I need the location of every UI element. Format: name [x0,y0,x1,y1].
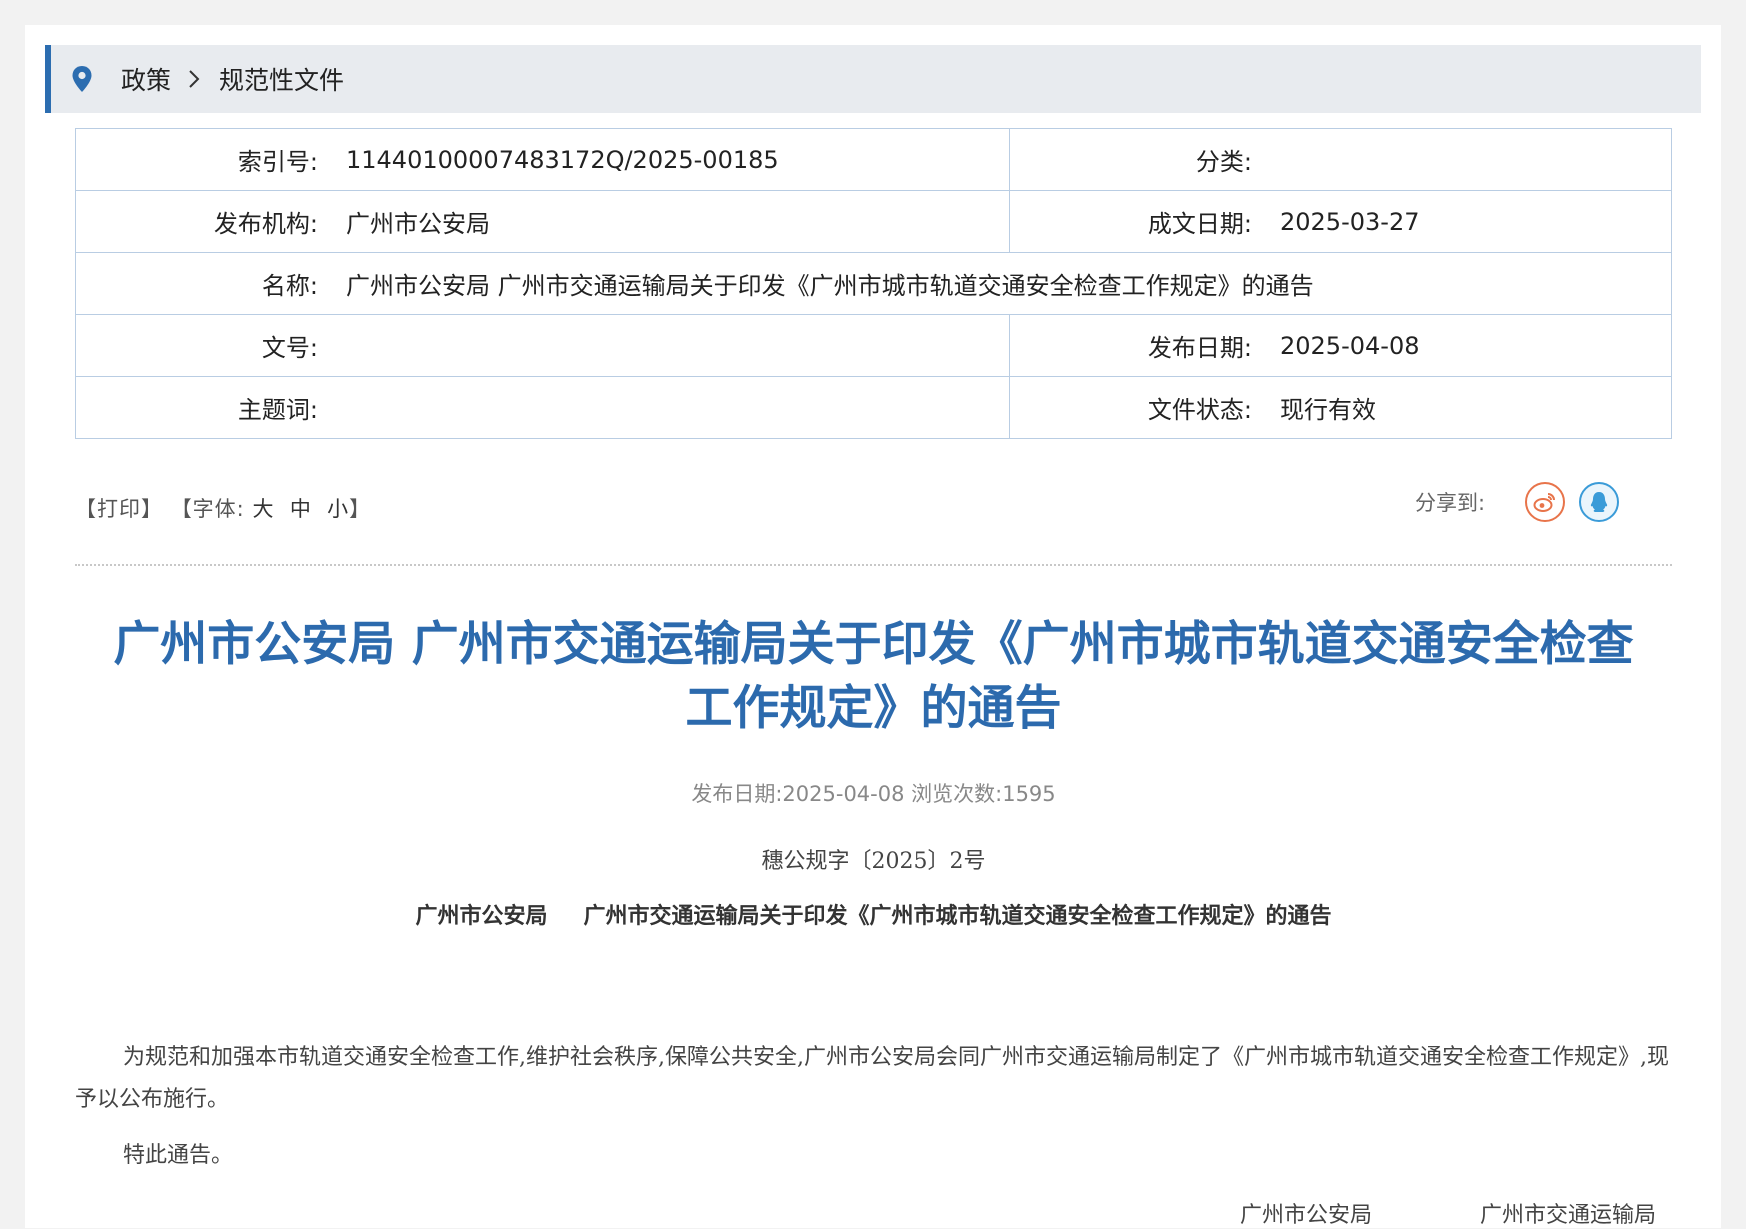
publish-date-value: 2025-04-08 [1280,331,1420,360]
issuer-label: 发布机构: [213,210,318,238]
body-paragraph: 为规范和加强本市轨道交通安全检查工作,维护社会秩序,保障公共安全,广州市公安局会… [75,1045,1669,1112]
chevron-right-icon [189,70,200,88]
signature-police-bureau: 广州市公安局 [1240,1203,1373,1228]
subtitle-text: 广州市交通运输局关于印发《广州市城市轨道交通安全检查工作规定》的通告 [583,903,1332,929]
print-button[interactable]: 【打印】 [75,497,163,521]
font-small-button[interactable]: 小 [327,497,349,521]
article-body: 为规范和加强本市轨道交通安全检查工作,维护社会秩序,保障公共安全,广州市公安局会… [75,1037,1672,1191]
body-paragraph: 特此通告。 [123,1143,234,1168]
docno-label: 文号: [261,334,318,362]
signature-transport-bureau: 广州市交通运输局 [1480,1203,1657,1228]
info-row-name: 名称: 广州市公安局 广州市交通运输局关于印发《广州市城市轨道交通安全检查工作规… [75,252,1672,315]
issuer-value: 广州市公安局 [346,210,490,238]
subject-label: 主题词: [237,396,318,424]
divider [75,564,1672,566]
name-value: 广州市公安局 广州市交通运输局关于印发《广州市城市轨道交通安全检查工作规定》的通… [346,272,1314,300]
written-date-label: 成文日期: [1147,210,1252,238]
subtitle-issuer: 广州市公安局 [415,903,548,929]
document-number: 穗公规字〔2025〕2号 [761,849,986,874]
status-value: 现行有效 [1280,396,1376,424]
qq-share-button[interactable] [1579,482,1620,522]
category-label: 分类: [1195,148,1252,176]
font-large-button[interactable]: 大 [252,497,274,521]
info-row-index: 索引号: 11440100007483172Q/2025-00185 分类: [75,128,1672,191]
font-size-suffix: 】 [349,497,372,521]
info-row-docno: 文号: 发布日期: 2025-04-08 [75,314,1672,377]
font-size-prefix: 【字体: [170,497,245,521]
article-tools: 【打印】 【字体: 大 中 小】 [75,493,371,523]
written-date-value: 2025-03-27 [1280,207,1420,236]
weibo-share-button[interactable] [1525,482,1566,522]
article-title-line1: 广州市公安局 广州市交通运输局关于印发《广州市城市轨道交通安全检查 [113,617,1634,672]
index-value: 11440100007483172Q/2025-00185 [346,145,779,174]
breadcrumb: 政策 规范性文件 [45,45,1701,113]
article-title: 广州市公安局 广州市交通运输局关于印发《广州市城市轨道交通安全检查 工作规定》的… [75,613,1672,741]
article-meta: 发布日期:2025-04-08 浏览次数:1595 [691,782,1056,806]
breadcrumb-item-policy[interactable]: 政策 [121,61,171,97]
info-row-issuer: 发布机构: 广州市公安局 成文日期: 2025-03-27 [75,190,1672,253]
font-medium-button[interactable]: 中 [290,497,312,521]
status-label: 文件状态: [1147,396,1252,424]
qq-icon [1590,492,1608,512]
article-title-line2: 工作规定》的通告 [685,681,1062,736]
page-container: 政策 规范性文件 索引号: 11440100007483172Q/2025-00… [25,25,1721,1228]
info-row-subject: 主题词: 文件状态: 现行有效 [75,376,1672,439]
article-subtitle: 广州市公安局 广州市交通运输局关于印发《广州市城市轨道交通安全检查工作规定》的通告 [75,898,1672,930]
document-info-table: 索引号: 11440100007483172Q/2025-00185 分类: 发… [75,128,1672,439]
location-pin-icon [72,66,92,92]
weibo-icon [1533,493,1556,512]
breadcrumb-item-normative-docs[interactable]: 规范性文件 [219,61,344,97]
name-label: 名称: [261,272,318,300]
publish-date-label: 发布日期: [1147,334,1252,362]
share-bar: 分享到: [1415,482,1620,522]
index-label: 索引号: [237,148,318,176]
share-label: 分享到: [1415,491,1486,515]
